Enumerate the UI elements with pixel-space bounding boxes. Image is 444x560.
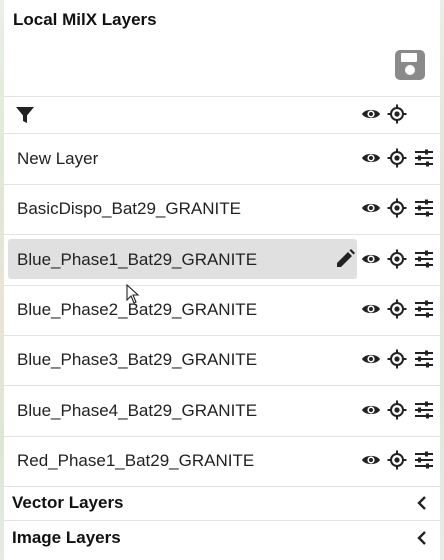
divider	[4, 96, 440, 97]
eye-icon-all[interactable]	[361, 104, 381, 124]
locate-icon-all[interactable]	[387, 104, 407, 124]
panel-title: Local MilX Layers	[13, 10, 157, 29]
eye-icon[interactable]	[361, 198, 381, 218]
filter-icon[interactable]	[14, 104, 36, 126]
section-label: Image Layers	[12, 528, 121, 547]
layer-row[interactable]: Red_Phase1_Bat29_GRANITE	[4, 436, 440, 486]
locate-icon[interactable]	[387, 349, 407, 369]
eye-icon[interactable]	[361, 249, 381, 269]
chevron-left-icon[interactable]	[414, 495, 430, 511]
layer-row[interactable]: BasicDispo_Bat29_GRANITE	[4, 184, 440, 234]
settings-sliders-icon[interactable]	[414, 198, 434, 218]
settings-sliders-icon[interactable]	[414, 450, 434, 470]
layer-name: New Layer	[17, 149, 99, 168]
pencil-icon[interactable]	[334, 248, 356, 270]
settings-sliders-icon[interactable]	[414, 349, 434, 369]
layer-name: Blue_Phase3_Bat29_GRANITE	[17, 350, 258, 370]
local-milx-layers-panel: Local MilX Layers New Layer BasicDispo_Ba…	[4, 0, 440, 560]
layer-row[interactable]: Blue_Phase1_Bat29_GRANITE	[4, 235, 440, 285]
layer-name: BasicDispo_Bat29_GRANITE	[17, 199, 241, 219]
locate-icon[interactable]	[387, 450, 407, 470]
save-icon[interactable]	[394, 49, 426, 81]
locate-icon[interactable]	[387, 249, 407, 269]
eye-icon[interactable]	[361, 400, 381, 420]
layer-row[interactable]: Blue_Phase4_Bat29_GRANITE	[4, 386, 440, 436]
layer-row[interactable]: Blue_Phase3_Bat29_GRANITE	[4, 335, 440, 385]
eye-icon[interactable]	[361, 148, 381, 168]
settings-sliders-icon[interactable]	[414, 299, 434, 319]
settings-sliders-icon[interactable]	[414, 249, 434, 269]
locate-icon[interactable]	[387, 400, 407, 420]
layer-row[interactable]: New Layer	[4, 134, 440, 184]
section-label: Vector Layers	[12, 493, 124, 512]
locate-icon[interactable]	[387, 148, 407, 168]
layer-name: Blue_Phase1_Bat29_GRANITE	[17, 249, 258, 269]
settings-sliders-icon[interactable]	[414, 148, 434, 168]
image-layers-section[interactable]: Image Layers	[4, 521, 440, 555]
map-background-right	[440, 0, 444, 560]
vector-layers-section[interactable]: Vector Layers	[4, 486, 440, 520]
locate-icon[interactable]	[387, 299, 407, 319]
eye-icon[interactable]	[361, 450, 381, 470]
settings-sliders-icon[interactable]	[414, 400, 434, 420]
locate-icon[interactable]	[387, 198, 407, 218]
layer-name: Red_Phase1_Bat29_GRANITE	[17, 450, 255, 470]
layer-name: Blue_Phase4_Bat29_GRANITE	[17, 400, 258, 420]
layer-row[interactable]: Blue_Phase2_Bat29_GRANITE	[4, 285, 440, 335]
layer-name: Blue_Phase2_Bat29_GRANITE	[17, 299, 258, 319]
eye-icon[interactable]	[361, 349, 381, 369]
eye-icon[interactable]	[361, 299, 381, 319]
chevron-left-icon[interactable]	[414, 530, 430, 546]
